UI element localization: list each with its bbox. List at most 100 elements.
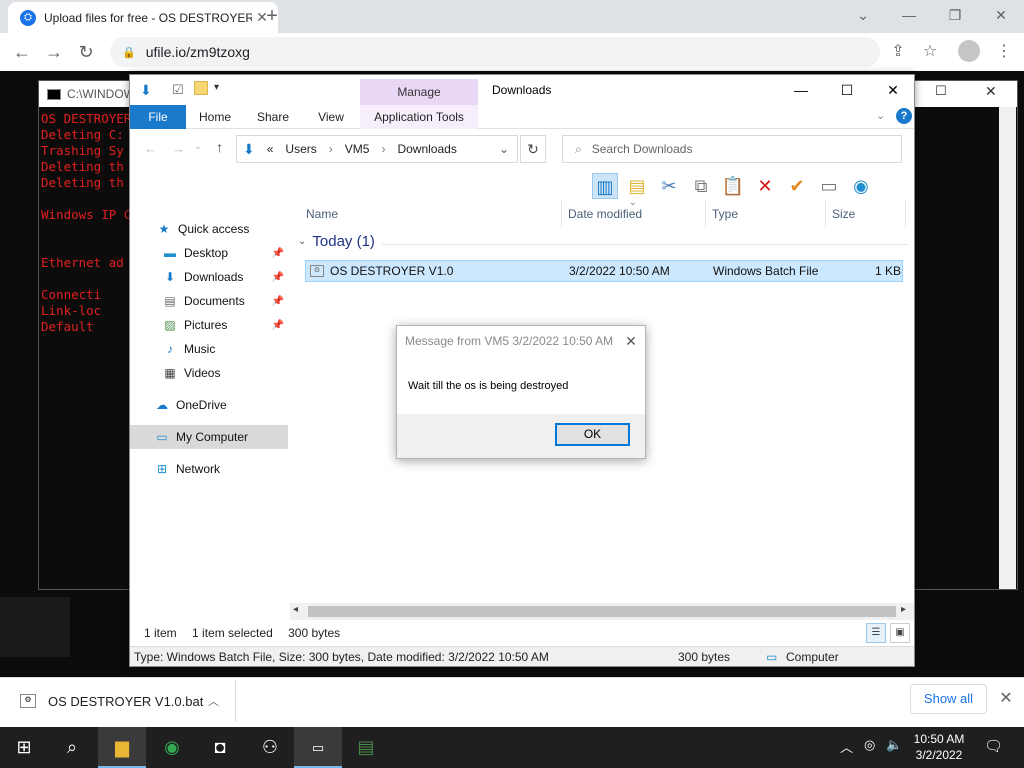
rename-check-icon[interactable]: ✔: [784, 173, 810, 199]
reload-button[interactable]: ↻: [74, 40, 98, 64]
notifications-icon[interactable]: 🗨: [984, 737, 1003, 755]
back-button[interactable]: ←: [10, 40, 34, 64]
browser-tab[interactable]: ⛭ Upload files for free - OS DESTROYER ✕: [8, 2, 278, 33]
column-header-type[interactable]: Type: [706, 201, 826, 227]
folder-options-icon[interactable]: ▤: [624, 173, 650, 199]
tab-manage[interactable]: Manage: [360, 79, 478, 105]
network-globe-icon[interactable]: ◎: [864, 737, 875, 753]
selected-bytes: 300 bytes: [288, 626, 341, 640]
show-hidden-icons[interactable]: ︿: [840, 737, 853, 756]
nav-music[interactable]: ♪ Music: [130, 337, 288, 361]
close-window-button[interactable]: ✕: [986, 4, 1016, 28]
globe-icon[interactable]: ◉: [848, 173, 874, 199]
breadcrumb-vm5[interactable]: VM5: [345, 142, 370, 156]
nav-my-computer[interactable]: ▭ My Computer: [130, 425, 288, 449]
explorer-close-button[interactable]: ✕: [870, 79, 914, 101]
properties-card-icon[interactable]: ▭: [816, 173, 842, 199]
properties-icon[interactable]: ☑: [172, 82, 184, 98]
nav-label: My Computer: [176, 430, 249, 444]
cut-icon[interactable]: ✂: [656, 173, 682, 199]
paste-icon[interactable]: 📋: [720, 173, 746, 199]
nav-onedrive[interactable]: ☁ OneDrive: [130, 393, 288, 417]
camera-taskbar-icon[interactable]: ◘: [196, 727, 244, 768]
profile-avatar[interactable]: [958, 40, 980, 62]
copy-icon[interactable]: ⧉: [688, 173, 714, 199]
tab-application-tools[interactable]: Application Tools: [360, 105, 478, 129]
ok-button[interactable]: OK: [555, 423, 630, 446]
file-type: Windows Batch File: [713, 264, 819, 278]
recent-locations-dropdown[interactable]: ⌄: [194, 141, 202, 152]
share-icon[interactable]: ⇪: [886, 40, 910, 64]
up-button[interactable]: ↑: [216, 139, 223, 155]
start-windows-icon[interactable]: ⊞: [0, 727, 48, 768]
forward-button[interactable]: →: [42, 40, 66, 64]
nav-network[interactable]: ⊞ Network: [130, 457, 288, 481]
delete-icon[interactable]: ✕: [752, 173, 778, 199]
tab-file[interactable]: File: [130, 105, 186, 129]
details-view-icon[interactable]: ☰: [866, 623, 886, 643]
dialog-close-button[interactable]: ✕: [621, 331, 641, 351]
large-icons-view-icon[interactable]: ▣: [890, 623, 910, 643]
column-header-name[interactable]: Name: [300, 201, 562, 227]
tab-share[interactable]: Share: [250, 105, 296, 129]
console-taskbar-icon[interactable]: ▭: [294, 727, 342, 768]
tab-title: Upload files for free - OS DESTROYER: [44, 10, 252, 25]
help-icon[interactable]: ?: [896, 108, 912, 124]
breadcrumb-overflow[interactable]: «: [267, 142, 274, 156]
download-file-name: OS DESTROYER V1.0.bat: [48, 693, 204, 709]
tab-home[interactable]: Home: [192, 105, 238, 129]
explorer-address-bar[interactable]: ⬇ « Users › VM5 › Downloads ⌄: [236, 135, 518, 163]
scroll-left-icon[interactable]: ◂: [293, 604, 298, 615]
message-dialog[interactable]: Message from VM5 3/2/2022 10:50 AM ✕ Wai…: [396, 325, 646, 459]
search-downloads-input[interactable]: ⌕ Search Downloads: [562, 135, 902, 163]
volume-icon[interactable]: 🔈: [886, 737, 902, 753]
chevron-down-icon[interactable]: ⌄: [848, 4, 878, 28]
file-explorer-taskbar-icon[interactable]: ▆: [98, 727, 146, 768]
address-dropdown-icon[interactable]: ⌄: [499, 142, 509, 156]
explorer-minimize-button[interactable]: —: [778, 79, 824, 101]
nav-forward-button[interactable]: →: [172, 141, 185, 156]
new-tab-button[interactable]: +: [260, 4, 284, 28]
chrome-taskbar-icon[interactable]: ◉: [148, 727, 196, 768]
taskbar-clock[interactable]: 10:50 AM 3/2/2022: [908, 731, 970, 763]
new-folder-icon[interactable]: [194, 81, 208, 95]
chevron-up-icon[interactable]: ︿: [208, 693, 219, 709]
quick-access-toolbar-dropdown[interactable]: ▾: [214, 82, 219, 93]
recaptcha-badge[interactable]: [0, 597, 70, 657]
console-maximize-button[interactable]: ☐: [935, 83, 947, 99]
download-item[interactable]: ⚙ OS DESTROYER V1.0.bat ︿: [10, 680, 236, 722]
refresh-button[interactable]: ↻: [520, 135, 546, 163]
menu-icon[interactable]: ⋮: [992, 40, 1016, 64]
scroll-right-icon[interactable]: ▸: [901, 604, 906, 615]
scrollbar-thumb[interactable]: [308, 606, 896, 617]
show-all-button[interactable]: Show all: [910, 684, 987, 714]
nav-label: Quick access: [178, 222, 250, 236]
explorer-maximize-button[interactable]: ☐: [824, 79, 870, 101]
nav-downloads[interactable]: ⬇ Downloads 📌: [130, 265, 288, 289]
address-bar[interactable]: 🔒 ufile.io/zm9tzoxg: [110, 37, 880, 67]
bookmark-star-icon[interactable]: ☆: [918, 40, 942, 64]
nav-documents[interactable]: ▤ Documents 📌: [130, 289, 288, 313]
console-close-button[interactable]: ✕: [985, 83, 997, 100]
nav-quick-access[interactable]: ★ Quick access: [130, 217, 288, 241]
breadcrumb-users[interactable]: Users: [285, 142, 316, 156]
file-row-os-destroyer[interactable]: ⚙ OS DESTROYER V1.0 3/2/2022 10:50 AM Wi…: [305, 260, 903, 282]
nav-videos[interactable]: ▦ Videos: [130, 361, 288, 385]
tab-view[interactable]: View: [308, 105, 354, 129]
column-header-size[interactable]: Size: [826, 201, 906, 227]
close-shelf-button[interactable]: ✕: [996, 688, 1016, 710]
nav-pictures[interactable]: ▨ Pictures 📌: [130, 313, 288, 337]
app-taskbar-icon[interactable]: ▤: [342, 727, 390, 768]
ribbon-expand-icon[interactable]: ⌄: [876, 109, 885, 122]
breadcrumb-downloads[interactable]: Downloads: [397, 142, 456, 156]
group-header-today[interactable]: ⌄ Today (1): [298, 233, 375, 250]
nav-desktop[interactable]: ▬ Desktop 📌: [130, 241, 288, 265]
preview-pane-icon[interactable]: ▥: [592, 173, 618, 199]
explorer-statusbar: Type: Windows Batch File, Size: 300 byte…: [130, 646, 914, 666]
console-scrollbar[interactable]: [999, 107, 1016, 589]
minimize-button[interactable]: —: [894, 4, 924, 28]
search-icon[interactable]: ⌕: [48, 727, 96, 768]
nav-back-button[interactable]: ←: [144, 141, 157, 156]
restore-button[interactable]: ❐: [940, 4, 970, 28]
users-taskbar-icon[interactable]: ⚇: [246, 727, 294, 768]
